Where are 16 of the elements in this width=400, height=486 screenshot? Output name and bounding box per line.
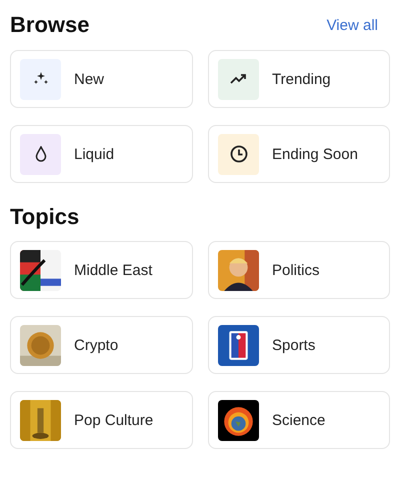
topic-card[interactable]: Crypto [10, 316, 193, 374]
category-card[interactable]: Liquid [10, 125, 193, 183]
topic-card[interactable]: Middle East [10, 241, 193, 299]
view-all-link[interactable]: View all [326, 16, 378, 34]
section-title: Topics [10, 204, 80, 230]
trend-up-icon [230, 73, 248, 85]
category-card[interactable]: New [10, 50, 193, 108]
section-title: Browse [10, 12, 90, 38]
category-card[interactable]: Ending Soon [208, 125, 390, 183]
drop-icon [34, 146, 46, 162]
clock-icon [230, 145, 248, 163]
topic-card[interactable]: Politics [208, 241, 390, 299]
category-card[interactable]: Trending [208, 50, 390, 108]
topic-card[interactable]: Science [208, 391, 390, 449]
topic-card[interactable]: Pop Culture [10, 391, 193, 449]
topic-card[interactable]: Sports [208, 316, 390, 374]
